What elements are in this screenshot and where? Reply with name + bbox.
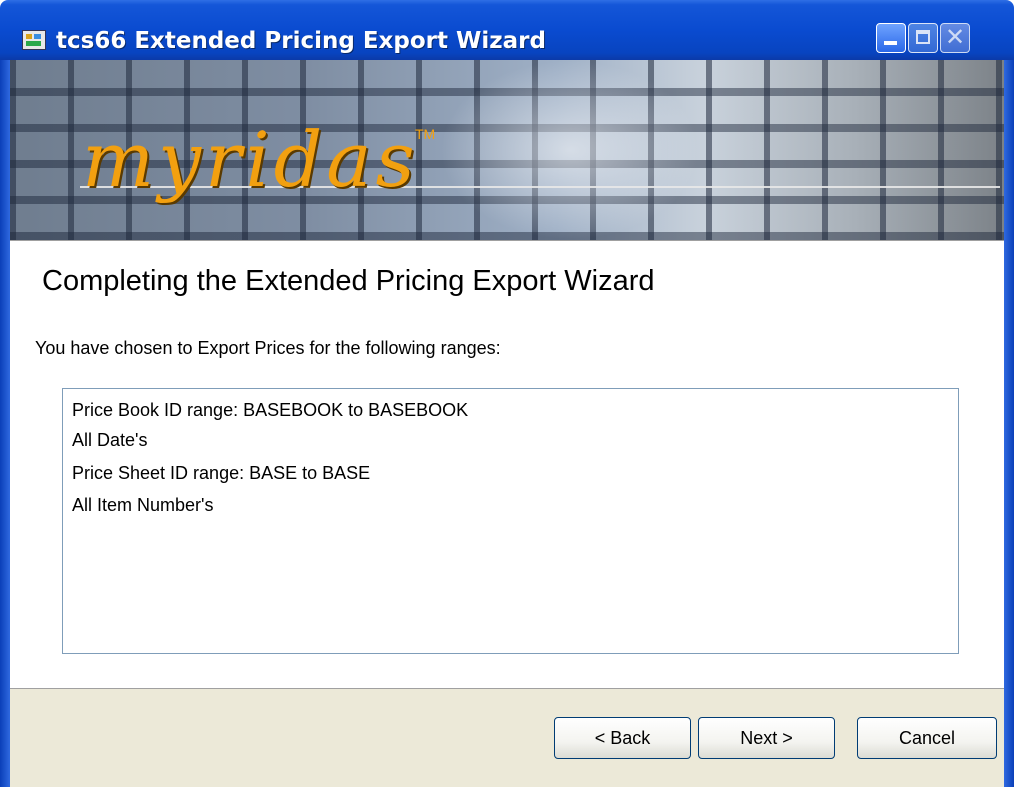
app-icon[interactable] — [22, 30, 46, 50]
title-bar[interactable]: tcs66 Extended Pricing Export Wizard ✕ — [0, 0, 1014, 60]
button-bar — [10, 688, 1004, 787]
wizard-window: tcs66 Extended Pricing Export Wizard ✕ m… — [0, 0, 1014, 787]
maximize-button[interactable] — [908, 23, 938, 53]
window-frame-left — [0, 60, 10, 787]
brand-logo: myridas — [82, 115, 419, 204]
window-frame-right — [1004, 60, 1014, 787]
maximize-icon — [916, 30, 930, 44]
cancel-button[interactable]: Cancel — [857, 717, 997, 759]
page-title: Completing the Extended Pricing Export W… — [42, 265, 655, 297]
close-icon: ✕ — [944, 24, 966, 51]
wizard-banner: myridas TM — [10, 60, 1004, 240]
next-button[interactable]: Next > — [698, 717, 835, 759]
minimize-button[interactable] — [876, 23, 906, 53]
summary-line: All Date's — [72, 430, 148, 450]
window-title: tcs66 Extended Pricing Export Wizard — [56, 28, 546, 54]
intro-text: You have chosen to Export Prices for the… — [35, 338, 501, 358]
summary-line: Price Book ID range: BASEBOOK to BASEBOO… — [72, 400, 469, 420]
close-button[interactable]: ✕ — [940, 23, 970, 53]
summary-textbox[interactable]: Price Book ID range: BASEBOOK to BASEBOO… — [62, 388, 959, 654]
summary-line: All Item Number's — [72, 495, 214, 515]
back-button[interactable]: < Back — [554, 717, 691, 759]
minimize-icon — [884, 41, 897, 45]
trademark-mark: TM — [415, 126, 436, 142]
summary-line: Price Sheet ID range: BASE to BASE — [72, 463, 371, 483]
